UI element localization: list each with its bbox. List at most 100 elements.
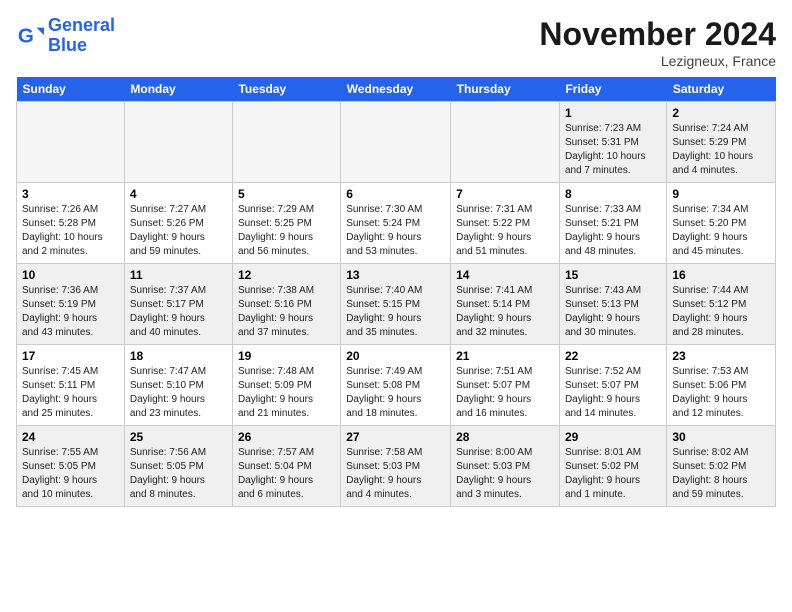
month-title: November 2024: [539, 16, 776, 53]
calendar-header-saturday: Saturday: [667, 77, 776, 102]
calendar-cell: 16Sunrise: 7:44 AM Sunset: 5:12 PM Dayli…: [667, 264, 776, 345]
day-number: 17: [22, 349, 119, 363]
calendar-cell: 21 Sunrise: 7:51 AM Sunset: 5:07 PM Dayli…: [451, 345, 560, 426]
calendar-cell: [451, 102, 560, 183]
svg-text:G: G: [18, 24, 34, 47]
day-info: Sunrise: 7:44 AM Sunset: 5:12 PM Dayligh…: [672, 284, 770, 340]
day-number: 5: [238, 187, 335, 201]
day-info: Sunrise: 8:02 AM Sunset: 5:02 PM Dayligh…: [672, 446, 770, 502]
day-number: 6: [346, 187, 445, 201]
day-info: Sunrise: 7:31 AM Sunset: 5:22 PM Dayligh…: [456, 203, 554, 259]
day-info: Sunrise: 7:53 AM Sunset: 5:06 PM Dayligh…: [672, 365, 770, 421]
calendar-cell: 18 Sunrise: 7:47 AM Sunset: 5:10 PM Dayli…: [124, 345, 232, 426]
calendar-cell: [341, 102, 451, 183]
day-info: Sunrise: 7:36 AM Sunset: 5:19 PM Dayligh…: [22, 284, 119, 340]
day-number: 15: [565, 268, 661, 282]
calendar-cell: [124, 102, 232, 183]
calendar-cell: 27Sunrise: 7:58 AM Sunset: 5:03 PM Dayli…: [341, 426, 451, 507]
calendar-cell: 22 Sunrise: 7:52 AM Sunset: 5:07 PM Dayli…: [559, 345, 666, 426]
calendar-row-0: 1Sunrise: 7:23 AM Sunset: 5:31 PM Daylig…: [17, 102, 776, 183]
day-info: Sunrise: 7:37 AM Sunset: 5:17 PM Dayligh…: [130, 284, 227, 340]
calendar-header-row: SundayMondayTuesdayWednesdayThursdayFrid…: [17, 77, 776, 102]
day-number: 14: [456, 268, 554, 282]
day-info: Sunrise: 7:51 AM Sunset: 5:07 PM Dayligh…: [456, 365, 554, 421]
day-info: Sunrise: 7:56 AM Sunset: 5:05 PM Dayligh…: [130, 446, 227, 502]
day-number: 25: [130, 430, 227, 444]
calendar-cell: 28Sunrise: 8:00 AM Sunset: 5:03 PM Dayli…: [451, 426, 560, 507]
calendar-cell: 4 Sunrise: 7:27 AM Sunset: 5:26 PM Daylig…: [124, 183, 232, 264]
calendar-cell: [232, 102, 340, 183]
calendar-cell: 19 Sunrise: 7:48 AM Sunset: 5:09 PM Dayli…: [232, 345, 340, 426]
day-number: 18: [130, 349, 227, 363]
day-number: 21: [456, 349, 554, 363]
calendar-header-tuesday: Tuesday: [232, 77, 340, 102]
calendar-header-thursday: Thursday: [451, 77, 560, 102]
calendar-cell: 14Sunrise: 7:41 AM Sunset: 5:14 PM Dayli…: [451, 264, 560, 345]
calendar-cell: [17, 102, 125, 183]
calendar-row-4: 24Sunrise: 7:55 AM Sunset: 5:05 PM Dayli…: [17, 426, 776, 507]
location: Lezigneux, France: [539, 53, 776, 69]
day-number: 3: [22, 187, 119, 201]
day-info: Sunrise: 7:55 AM Sunset: 5:05 PM Dayligh…: [22, 446, 119, 502]
day-info: Sunrise: 7:45 AM Sunset: 5:11 PM Dayligh…: [22, 365, 119, 421]
day-info: Sunrise: 7:48 AM Sunset: 5:09 PM Dayligh…: [238, 365, 335, 421]
calendar-cell: 11 Sunrise: 7:37 AM Sunset: 5:17 PM Dayli…: [124, 264, 232, 345]
calendar-cell: 29Sunrise: 8:01 AM Sunset: 5:02 PM Dayli…: [559, 426, 666, 507]
day-info: Sunrise: 7:24 AM Sunset: 5:29 PM Dayligh…: [672, 122, 770, 178]
day-number: 30: [672, 430, 770, 444]
day-number: 11: [130, 268, 227, 282]
calendar-header-monday: Monday: [124, 77, 232, 102]
day-number: 10: [22, 268, 119, 282]
calendar-cell: 13Sunrise: 7:40 AM Sunset: 5:15 PM Dayli…: [341, 264, 451, 345]
day-number: 4: [130, 187, 227, 201]
day-info: Sunrise: 7:38 AM Sunset: 5:16 PM Dayligh…: [238, 284, 335, 340]
calendar-cell: 30 Sunrise: 8:02 AM Sunset: 5:02 PM Dayli…: [667, 426, 776, 507]
calendar-row-1: 3 Sunrise: 7:26 AM Sunset: 5:28 PM Daylig…: [17, 183, 776, 264]
day-info: Sunrise: 8:01 AM Sunset: 5:02 PM Dayligh…: [565, 446, 661, 502]
day-info: Sunrise: 7:57 AM Sunset: 5:04 PM Dayligh…: [238, 446, 335, 502]
calendar-cell: 17 Sunrise: 7:45 AM Sunset: 5:11 PM Dayli…: [17, 345, 125, 426]
day-info: Sunrise: 7:34 AM Sunset: 5:20 PM Dayligh…: [672, 203, 770, 259]
day-number: 7: [456, 187, 554, 201]
day-number: 12: [238, 268, 335, 282]
day-info: Sunrise: 7:29 AM Sunset: 5:25 PM Dayligh…: [238, 203, 335, 259]
day-number: 23: [672, 349, 770, 363]
calendar-cell: 24Sunrise: 7:55 AM Sunset: 5:05 PM Dayli…: [17, 426, 125, 507]
calendar-cell: 9 Sunrise: 7:34 AM Sunset: 5:20 PM Daylig…: [667, 183, 776, 264]
calendar-cell: 15 Sunrise: 7:43 AM Sunset: 5:13 PM Dayli…: [559, 264, 666, 345]
day-number: 19: [238, 349, 335, 363]
page-header: G General Blue November 2024 Lezigneux, …: [16, 16, 776, 69]
day-number: 20: [346, 349, 445, 363]
calendar-cell: 12 Sunrise: 7:38 AM Sunset: 5:16 PM Dayli…: [232, 264, 340, 345]
calendar-cell: 10 Sunrise: 7:36 AM Sunset: 5:19 PM Dayli…: [17, 264, 125, 345]
day-info: Sunrise: 7:30 AM Sunset: 5:24 PM Dayligh…: [346, 203, 445, 259]
calendar-header-sunday: Sunday: [17, 77, 125, 102]
calendar-cell: 5 Sunrise: 7:29 AM Sunset: 5:25 PM Daylig…: [232, 183, 340, 264]
calendar-cell: 26Sunrise: 7:57 AM Sunset: 5:04 PM Dayli…: [232, 426, 340, 507]
calendar-cell: 25 Sunrise: 7:56 AM Sunset: 5:05 PM Dayli…: [124, 426, 232, 507]
day-number: 27: [346, 430, 445, 444]
day-info: Sunrise: 7:26 AM Sunset: 5:28 PM Dayligh…: [22, 203, 119, 259]
calendar-cell: 6 Sunrise: 7:30 AM Sunset: 5:24 PM Daylig…: [341, 183, 451, 264]
calendar-cell: 7 Sunrise: 7:31 AM Sunset: 5:22 PM Daylig…: [451, 183, 560, 264]
day-info: Sunrise: 7:27 AM Sunset: 5:26 PM Dayligh…: [130, 203, 227, 259]
title-block: November 2024 Lezigneux, France: [539, 16, 776, 69]
calendar-row-2: 10 Sunrise: 7:36 AM Sunset: 5:19 PM Dayli…: [17, 264, 776, 345]
day-info: Sunrise: 7:47 AM Sunset: 5:10 PM Dayligh…: [130, 365, 227, 421]
logo-text: General Blue: [48, 16, 115, 56]
calendar-row-3: 17 Sunrise: 7:45 AM Sunset: 5:11 PM Dayli…: [17, 345, 776, 426]
calendar-cell: 3 Sunrise: 7:26 AM Sunset: 5:28 PM Daylig…: [17, 183, 125, 264]
calendar-cell: 8Sunrise: 7:33 AM Sunset: 5:21 PM Daylig…: [559, 183, 666, 264]
day-info: Sunrise: 7:23 AM Sunset: 5:31 PM Dayligh…: [565, 122, 661, 178]
day-number: 22: [565, 349, 661, 363]
day-number: 2: [672, 106, 770, 120]
calendar-cell: 1Sunrise: 7:23 AM Sunset: 5:31 PM Daylig…: [559, 102, 666, 183]
day-info: Sunrise: 7:49 AM Sunset: 5:08 PM Dayligh…: [346, 365, 445, 421]
calendar-cell: 2 Sunrise: 7:24 AM Sunset: 5:29 PM Daylig…: [667, 102, 776, 183]
day-info: Sunrise: 7:33 AM Sunset: 5:21 PM Dayligh…: [565, 203, 661, 259]
day-info: Sunrise: 7:52 AM Sunset: 5:07 PM Dayligh…: [565, 365, 661, 421]
day-number: 9: [672, 187, 770, 201]
day-number: 13: [346, 268, 445, 282]
day-info: Sunrise: 7:43 AM Sunset: 5:13 PM Dayligh…: [565, 284, 661, 340]
calendar-header-wednesday: Wednesday: [341, 77, 451, 102]
